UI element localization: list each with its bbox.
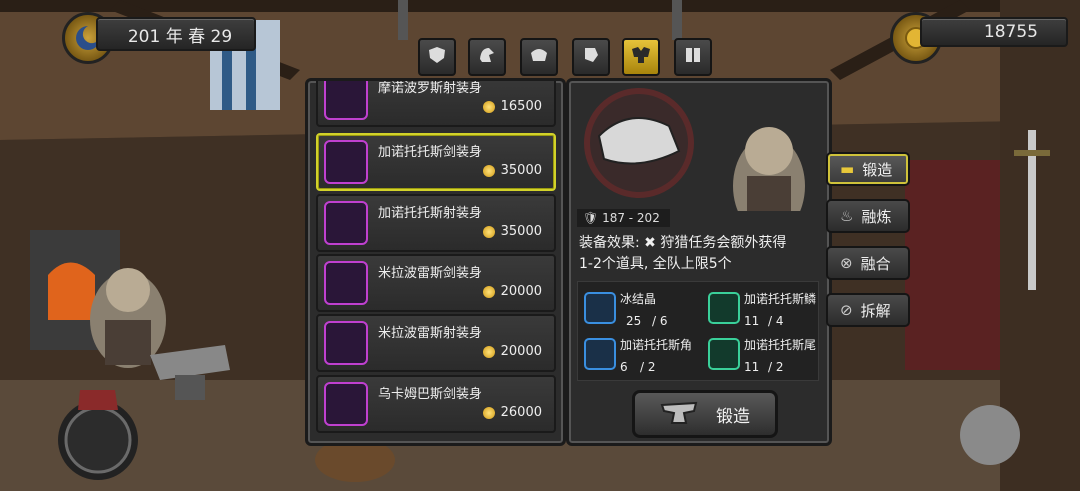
coin-icon	[482, 100, 495, 113]
coin-icon	[482, 164, 495, 177]
scale-icon	[708, 292, 740, 324]
anvil-icon	[660, 397, 700, 432]
gauntlet-icon	[581, 45, 601, 69]
boots-icon	[683, 45, 703, 69]
item-preview	[584, 88, 805, 211]
armor-item-icon	[324, 382, 368, 426]
tab-shield[interactable]	[418, 38, 456, 76]
side-menu-forge[interactable]: ▬ 锻造	[826, 152, 910, 186]
coin-icon	[482, 285, 495, 298]
ice-crystal-icon	[584, 292, 616, 324]
tab-mask[interactable]	[520, 38, 558, 76]
gold-amount: 18755	[983, 22, 1038, 42]
material-item: 加诺托托斯角 6 / 2	[584, 336, 694, 374]
furnace-icon: ♨	[840, 207, 854, 225]
shield-icon	[427, 45, 447, 69]
list-item[interactable]: 加诺托托斯剑装身 35000	[316, 133, 556, 191]
tab-gauntlet[interactable]	[572, 38, 610, 76]
coin-icon	[482, 345, 495, 358]
defense-shield-icon: 🛡	[583, 211, 599, 225]
material-item: 加诺托托斯鳞 11 / 4	[708, 290, 818, 328]
mask-icon	[529, 45, 549, 69]
list-item[interactable]: 米拉波雷斯剑装身 20000	[316, 254, 556, 312]
defense-stat: 🛡 187 - 202	[577, 209, 670, 227]
list-item[interactable]: 米拉波雷斯射装身 20000	[316, 314, 556, 372]
date-text: 201 年 春 29	[127, 26, 233, 47]
helmet-icon	[477, 45, 497, 69]
material-item: 加诺托托斯尾 11 / 2	[708, 336, 818, 374]
list-item[interactable]: 加诺托托斯射装身 35000	[316, 194, 556, 252]
armor-item-icon	[324, 201, 368, 245]
anvil-icon: ▬	[840, 160, 855, 178]
disassemble-icon: ⊘	[840, 301, 853, 319]
armor-item-icon	[324, 261, 368, 305]
tab-boots[interactable]	[674, 38, 712, 76]
side-menu-disassemble[interactable]: ⊘ 拆解	[826, 293, 910, 327]
forge-button[interactable]: 锻造	[632, 390, 778, 438]
list-item[interactable]: 乌卡姆巴斯剑装身 26000	[316, 375, 556, 433]
coin-icon	[482, 406, 495, 419]
armor-item-icon	[324, 81, 368, 120]
armor-item-icon	[324, 140, 368, 184]
materials-section: 冰结晶 25 / 6 加诺托托斯鳞 11 / 4 加诺托托斯角 6 / 2 加诺…	[577, 281, 819, 381]
coin-icon	[482, 225, 495, 238]
material-item: 冰结晶 25 / 6	[584, 290, 694, 328]
armor-item-icon	[324, 321, 368, 365]
list-item[interactable]: 摩诺波罗斯射装身 16500	[316, 81, 556, 127]
tab-armor[interactable]	[622, 38, 660, 76]
side-menu-smelt[interactable]: ♨ 融炼	[826, 199, 910, 233]
tail-icon	[708, 338, 740, 370]
equipment-list-panel: 摩诺波罗斯射装身 16500 加诺托托斯剑装身 35000 加诺托托斯射装身 3…	[305, 78, 566, 446]
tab-helmet[interactable]	[468, 38, 506, 76]
gold-display: 18755	[920, 17, 1068, 47]
fusion-icon: ⊗	[840, 254, 853, 272]
equipment-effect: 装备效果: ✖ 狩猎任务会额外获得 1-2个道具, 全队上限5个	[579, 235, 787, 272]
side-menu-fusion[interactable]: ⊗ 融合	[826, 246, 910, 280]
date-display: 201 年 春 29	[96, 17, 256, 51]
armor-icon	[630, 45, 652, 69]
horn-icon	[584, 338, 616, 370]
